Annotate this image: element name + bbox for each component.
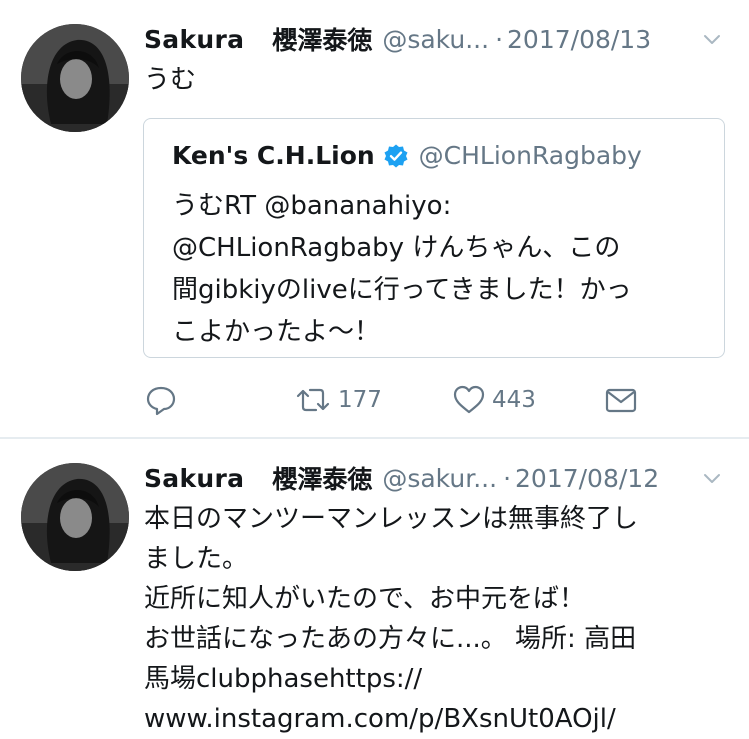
like-button[interactable]: 443: [452, 380, 536, 420]
tweet-text-line: 本日のマンツーマンレッスンは無事終了し: [144, 504, 639, 534]
author-display-name[interactable]: 櫻澤泰徳: [272, 21, 372, 57]
retweet-icon: [296, 388, 330, 412]
quoted-tweet-header: Ken's C.H.Lion @CHLionRagbaby: [172, 141, 642, 170]
author-name[interactable]: Sakura: [144, 464, 244, 493]
author-display-name[interactable]: 櫻澤泰徳: [272, 460, 372, 496]
quoted-tweet-text: うむRT @bananahiyo: @CHLionRagbaby けんちゃん、こ…: [172, 185, 704, 353]
verified-badge-icon: [384, 144, 408, 167]
quoted-author-handle: @CHLionRagbaby: [418, 141, 642, 170]
author-handle[interactable]: @sakur...: [382, 464, 497, 493]
tweet-header: Sakura 櫻澤泰徳 @sakur... · 2017/08/12: [144, 461, 733, 495]
tweet-text: うむ: [144, 65, 197, 95]
tweet-date[interactable]: 2017/08/12: [515, 464, 659, 493]
separator-dot: ·: [495, 24, 504, 54]
tweet-link[interactable]: www.instagram.com/p/BXsnUt0AOjl/: [144, 699, 729, 739]
tweet-text-line: 馬場clubphasehttps://: [144, 664, 423, 694]
avatar[interactable]: [21, 24, 129, 132]
tweet-header: Sakura 櫻澤泰徳 @saku... · 2017/08/13: [144, 22, 733, 56]
tweet-text-line: 近所に知人がいたので、お中元をば！: [144, 584, 585, 614]
chevron-down-icon[interactable]: [701, 28, 723, 50]
avatar-photo: [21, 463, 129, 571]
retweet-count: 177: [338, 387, 382, 413]
tweet-2[interactable]: Sakura 櫻澤泰徳 @sakur... · 2017/08/12 本日のマン…: [0, 439, 749, 737]
tweet-date[interactable]: 2017/08/13: [507, 25, 651, 54]
envelope-icon: [605, 388, 637, 413]
quoted-tweet[interactable]: Ken's C.H.Lion @CHLionRagbaby うむRT @bana…: [143, 118, 725, 358]
avatar-photo: [21, 24, 129, 132]
reply-button[interactable]: [144, 380, 178, 420]
tweet-actions: 177 443: [144, 380, 704, 420]
quoted-text-line: @CHLionRagbaby けんちゃん、この: [172, 233, 621, 263]
chevron-down-icon[interactable]: [701, 467, 723, 489]
retweet-button[interactable]: 177: [294, 380, 382, 420]
reply-icon: [146, 386, 176, 416]
avatar[interactable]: [21, 463, 129, 571]
quoted-text-line: うむRT @bananahiyo:: [172, 191, 452, 221]
quoted-text-line: 間gibkiyのliveに行ってきました！かっ: [172, 275, 632, 305]
separator-dot: ·: [503, 463, 512, 493]
author-name[interactable]: Sakura: [144, 25, 244, 54]
tweet-1[interactable]: Sakura 櫻澤泰徳 @saku... · 2017/08/13 うむ Ken…: [0, 0, 749, 438]
tweet-text-line: ました。: [144, 544, 249, 574]
direct-message-button[interactable]: [604, 380, 638, 420]
tweet-text-line: お世話になったあの方々に...。 場所: 高田: [144, 624, 637, 654]
quoted-text-line: こよかったよ〜！: [172, 317, 381, 347]
quoted-author-name: Ken's C.H.Lion: [172, 141, 375, 170]
author-handle[interactable]: @saku...: [382, 25, 489, 54]
like-count: 443: [492, 387, 536, 413]
tweet-text: 本日のマンツーマンレッスンは無事終了し ました。 近所に知人がいたので、お中元を…: [144, 499, 729, 739]
heart-icon: [453, 385, 485, 414]
